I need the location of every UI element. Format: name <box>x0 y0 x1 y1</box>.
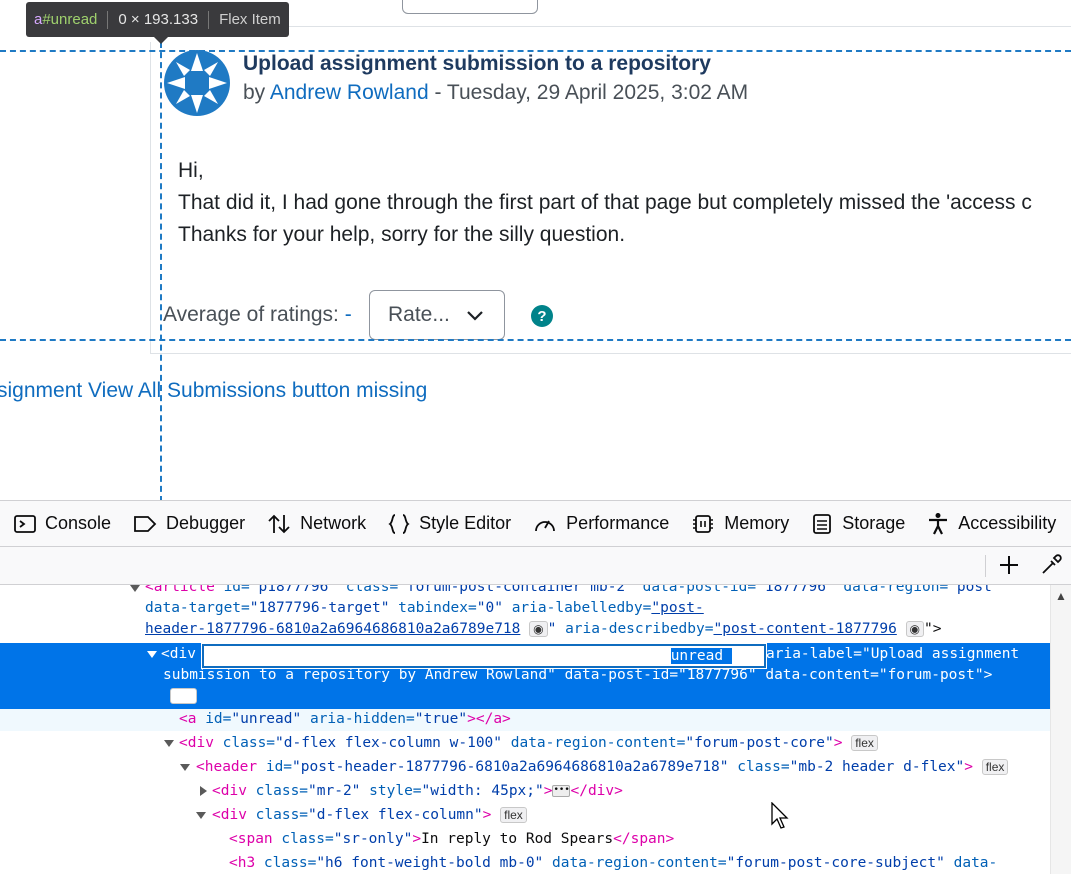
collapsed-content-icon[interactable]: ••• <box>552 785 571 797</box>
devtools-panel: Console Debugger Network Style Editor Pe… <box>0 500 1071 874</box>
post-date: - Tuesday, 29 April 2025, 3:02 AM <box>428 81 749 104</box>
tab-memory[interactable]: Memory <box>691 513 789 535</box>
collapse-toggle[interactable] <box>196 812 206 819</box>
tooltip-kind: Flex Item <box>219 11 281 28</box>
collapse-toggle[interactable] <box>147 651 157 658</box>
byline-by: by <box>243 81 266 104</box>
post-content: Hi, That did it, I had gone through the … <box>178 155 1032 251</box>
post-subject[interactable]: Upload assignment submission to a reposi… <box>243 52 711 76</box>
post-byline: by Andrew Rowland - Tuesday, 29 April 20… <box>243 81 748 105</box>
memory-icon <box>693 514 714 533</box>
markup-line-div-avatar[interactable]: <div class="mr-2" style="width: 45px;">•… <box>212 781 623 802</box>
markup-view: <article id="p1877796" class="forum-post… <box>0 585 1050 874</box>
selected-node-tag: <div <box>161 646 196 662</box>
tab-style-editor[interactable]: Style Editor <box>388 513 511 535</box>
chevron-down-icon <box>467 311 483 321</box>
tab-performance[interactable]: Performance <box>533 513 669 535</box>
selected-node-attrs: aria-label="Upload assignment <box>766 646 1020 662</box>
author-avatar[interactable] <box>163 49 231 117</box>
flex-badge[interactable]: flex <box>981 759 1009 775</box>
post-content-line: Thanks for your help, sorry for the sill… <box>178 223 626 246</box>
markup-line-div-column[interactable]: <div class="d-flex flex-column"> flex <box>212 805 527 826</box>
attribute-edit-text[interactable]: class="d-flex border p-2 mb-2 forumpost … <box>208 646 741 667</box>
top-dropdown[interactable] <box>402 0 538 14</box>
markup-toolbar <box>0 547 1071 585</box>
rate-select-value: Rate... <box>388 303 450 326</box>
selected-node[interactable]: <div class="d-flex border p-2 mb-2 forum… <box>0 643 1050 709</box>
flex-badge[interactable]: flex <box>851 735 878 751</box>
markup-line-article-cont[interactable]: data-target="1877796-target" tabindex="0… <box>145 598 704 619</box>
debugger-icon <box>134 515 157 532</box>
post-content-line: That did it, I had gone through the firs… <box>178 191 1032 214</box>
accessibility-icon <box>929 512 948 534</box>
webpage-viewport: Upload assignment submission to a reposi… <box>0 0 1071 500</box>
mouse-cursor-icon <box>771 802 789 829</box>
collapse-toggle[interactable] <box>164 740 174 747</box>
next-discussion-link[interactable]: signment View All Submissions button mis… <box>0 379 427 403</box>
markup-line-header[interactable]: <header id="post-header-1877796-6810a2a6… <box>196 757 1009 778</box>
console-icon <box>14 514 36 533</box>
markup-line-span[interactable]: <span class="sr-only">In reply to Rod Sp… <box>229 829 674 850</box>
tab-console[interactable]: Console <box>14 513 111 534</box>
ratings-value[interactable]: - <box>345 303 352 326</box>
node-link-icon[interactable]: ◉ <box>905 621 925 637</box>
markup-line-article[interactable]: <article id="p1877796" class="forum-post… <box>145 585 1001 598</box>
tab-network[interactable]: Network <box>267 513 366 535</box>
author-link[interactable]: Andrew Rowland <box>270 81 429 104</box>
flex-badge[interactable]: flex <box>170 688 197 704</box>
eyedropper-icon[interactable] <box>1039 553 1063 577</box>
markup-line-div[interactable]: <div class="d-flex flex-column w-100" da… <box>179 733 878 754</box>
ratings-average: Average of ratings: - <box>163 303 352 327</box>
scroll-up-icon[interactable]: ▲ <box>1055 589 1067 603</box>
tooltip-dimensions: 0 × 193.133 <box>118 11 199 28</box>
hovered-row <box>0 709 1050 731</box>
performance-icon <box>535 520 556 531</box>
highlighter-guide-left <box>160 42 162 500</box>
selected-node-attrs: submission to a repository by Andrew Row… <box>163 667 993 683</box>
node-link-icon[interactable]: ◉ <box>529 621 548 637</box>
markup-line-h3[interactable]: <h3 class="h6 font-weight-bold mb-0" dat… <box>229 853 997 874</box>
add-node-icon[interactable] <box>997 553 1021 577</box>
expand-toggle[interactable] <box>200 786 207 796</box>
style-editor-icon <box>388 513 410 534</box>
tab-storage[interactable]: Storage <box>811 513 905 535</box>
help-icon[interactable]: ? <box>531 305 553 327</box>
tab-debugger[interactable]: Debugger <box>133 513 245 534</box>
ratings-label: Average of ratings: <box>163 303 345 326</box>
post-content-line: Hi, <box>178 159 204 182</box>
storage-icon <box>813 513 832 534</box>
inspector-tooltip: a#unread 0 × 193.133 Flex Item <box>26 2 289 37</box>
tooltip-arrow <box>153 36 169 44</box>
network-icon <box>268 514 290 533</box>
devtools-tabbar: Console Debugger Network Style Editor Pe… <box>0 501 1071 547</box>
collapse-toggle[interactable] <box>180 764 190 771</box>
tab-accessibility[interactable]: Accessibility <box>927 512 1056 536</box>
expand-toggle[interactable] <box>130 585 140 592</box>
flex-badge[interactable]: flex <box>500 807 527 823</box>
markup-line-article-cont[interactable]: header-1877796-6810a2a6964686810a2a6789e… <box>145 619 942 640</box>
markup-line-a-unread[interactable]: <a id="unread" aria-hidden="true"></a> <box>179 709 511 730</box>
attribute-edit-selection: unread <box>670 648 732 664</box>
markup-scrollbar[interactable]: ▲ <box>1050 585 1071 874</box>
tooltip-selector: a#unread <box>34 11 98 28</box>
rate-select[interactable]: Rate... <box>369 290 505 340</box>
